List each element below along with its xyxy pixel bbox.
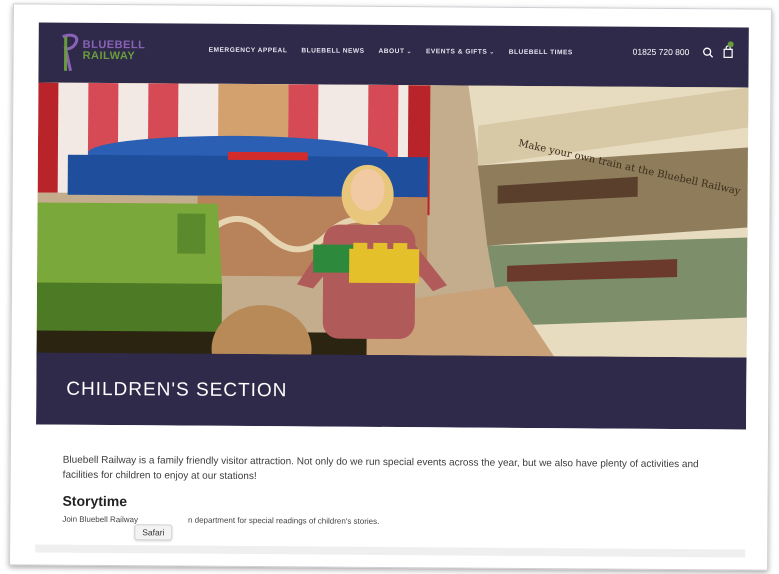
nav-bluebell-times[interactable]: BLUEBELL TIMES [509,49,573,56]
logo[interactable]: BLUEBELL RAILWAY [56,31,166,78]
nav-label: ABOUT [378,47,405,56]
chevron-down-icon: ⌄ [406,49,413,56]
section-heading: Storytime [62,492,128,510]
section-text-end: n department for special readings of chi… [187,515,380,526]
site-header: BLUEBELL RAILWAY EMERGENCY APPEAL BLUEBE… [38,22,749,88]
main-nav: EMERGENCY APPEAL BLUEBELL NEWS ABOUT ⌄ EV… [209,47,573,57]
safari-tooltip: Safari [134,524,173,541]
page-title-banner: CHILDREN'S SECTION [36,353,746,430]
page-title: CHILDREN'S SECTION [66,378,288,402]
search-icon[interactable] [703,47,714,58]
cart-icon[interactable] [723,45,734,58]
chevron-down-icon: ⌄ [489,49,495,56]
cart-count-badge [727,41,734,48]
logo-line2: RAILWAY [82,49,136,63]
intro-paragraph: Bluebell Railway is a family friendly vi… [62,454,699,483]
screen-frame: BLUEBELL RAILWAY EMERGENCY APPEAL BLUEBE… [9,3,772,571]
nav-bluebell-news[interactable]: BLUEBELL NEWS [301,47,364,54]
hero-illustration: Make your own train at the Bluebell Rail… [36,82,749,362]
phone-number[interactable]: 01825 720 800 [633,47,690,57]
nav-about[interactable]: ABOUT ⌄ [379,48,413,55]
hero-image: Make your own train at the Bluebell Rail… [36,82,749,362]
website: BLUEBELL RAILWAY EMERGENCY APPEAL BLUEBE… [35,22,749,571]
nav-events-gifts[interactable]: EVENTS & GIFTS ⌄ [426,48,495,55]
nav-emergency-appeal[interactable]: EMERGENCY APPEAL [209,47,288,55]
nav-label: BLUEBELL TIMES [508,48,573,57]
nav-label: EMERGENCY APPEAL [208,46,288,55]
nav-label: BLUEBELL NEWS [301,47,365,55]
section-text-start: Join Bluebell Railway [62,514,138,525]
logo-text: BLUEBELL RAILWAY [82,39,146,63]
main-content: Bluebell Railway is a family friendly vi… [62,453,722,529]
nav-label: EVENTS & GIFTS [425,48,488,56]
